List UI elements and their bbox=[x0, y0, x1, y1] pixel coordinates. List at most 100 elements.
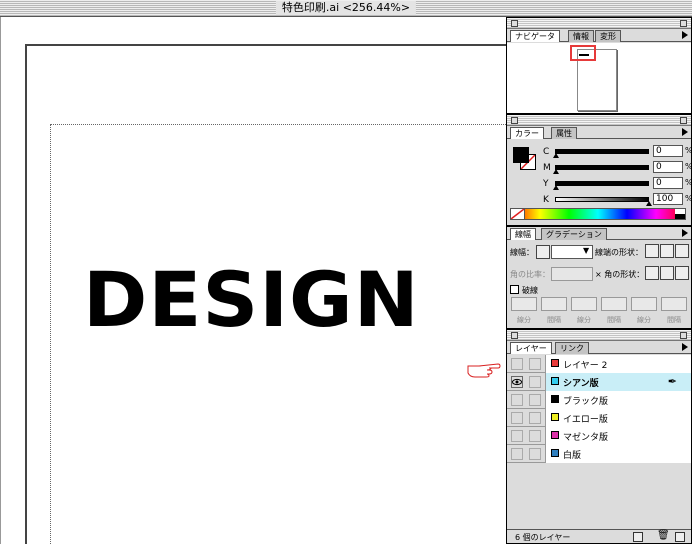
layer-row[interactable]: イエロー版 bbox=[507, 409, 691, 427]
tab-gradient[interactable]: グラデーション bbox=[541, 228, 607, 240]
yellow-value-input[interactable]: 0 bbox=[653, 177, 683, 189]
gap-cell-label: 間隔 bbox=[547, 316, 561, 324]
layer-row[interactable]: マゼンタ版 bbox=[507, 427, 691, 445]
dash-field[interactable] bbox=[571, 297, 597, 311]
layers-palette: レイヤー リンク レイヤー 2 シアン版 ✒ ブラック版 イエロー版 マゼンタ版… bbox=[506, 329, 692, 544]
visibility-toggle[interactable] bbox=[511, 430, 523, 442]
palette-titlebar[interactable] bbox=[507, 115, 691, 126]
gap-field[interactable] bbox=[541, 297, 567, 311]
visibility-toggle[interactable] bbox=[511, 394, 523, 406]
eye-icon[interactable] bbox=[511, 376, 523, 388]
tab-color[interactable]: カラー bbox=[510, 127, 544, 139]
cyan-value-input[interactable]: 0 bbox=[653, 145, 683, 157]
dropdown-arrow-icon[interactable]: ▼ bbox=[583, 246, 589, 255]
cyan-slider[interactable]: C 0 % bbox=[543, 145, 691, 159]
gap-cell-label: 間隔 bbox=[667, 316, 681, 324]
lock-toggle[interactable] bbox=[529, 412, 541, 424]
layer-row-selected[interactable]: シアン版 ✒ bbox=[507, 373, 691, 391]
slider-thumb-icon[interactable] bbox=[553, 169, 559, 174]
bevel-join-button[interactable] bbox=[675, 266, 689, 280]
join-label: × 角の形状： bbox=[595, 270, 645, 279]
black-slider[interactable]: K 100 % bbox=[543, 193, 691, 207]
navigator-palette: ナビゲータ 情報 変形 bbox=[506, 17, 692, 114]
zoom-box-icon[interactable] bbox=[680, 117, 687, 124]
slider-thumb-icon[interactable] bbox=[553, 185, 559, 190]
yellow-slider[interactable]: Y 0 % bbox=[543, 177, 691, 191]
dashed-line-checkbox[interactable] bbox=[510, 285, 519, 294]
round-cap-button[interactable] bbox=[660, 244, 674, 258]
dash-cell-label: 線分 bbox=[577, 316, 591, 324]
butt-cap-button[interactable] bbox=[645, 244, 659, 258]
close-box-icon[interactable] bbox=[511, 20, 518, 27]
palette-titlebar[interactable] bbox=[507, 330, 691, 341]
layer-row[interactable]: ブラック版 bbox=[507, 391, 691, 409]
none-swatch[interactable] bbox=[510, 208, 525, 220]
lock-toggle[interactable] bbox=[529, 448, 541, 460]
window-titlebar[interactable]: 特色印刷.ai <256.44%> bbox=[0, 0, 692, 17]
tab-links[interactable]: リンク bbox=[555, 342, 589, 354]
close-box-icon[interactable] bbox=[511, 332, 518, 339]
close-box-icon[interactable] bbox=[511, 117, 518, 124]
lock-toggle[interactable] bbox=[529, 358, 541, 370]
visibility-toggle[interactable] bbox=[511, 358, 523, 370]
visibility-toggle[interactable] bbox=[511, 448, 523, 460]
new-sublayer-icon[interactable] bbox=[633, 532, 643, 542]
cap-label: 線端の形状： bbox=[595, 248, 643, 257]
stroke-weight-label: 線幅： bbox=[510, 248, 534, 257]
window-title: 特色印刷.ai <256.44%> bbox=[275, 1, 417, 15]
palette-menu-arrow-icon[interactable] bbox=[682, 31, 688, 39]
lock-toggle[interactable] bbox=[529, 430, 541, 442]
black-white-swatch[interactable] bbox=[675, 209, 685, 219]
slider-thumb-icon[interactable] bbox=[646, 201, 652, 206]
zoom-box-icon[interactable] bbox=[680, 332, 687, 339]
magenta-value-input[interactable]: 0 bbox=[653, 161, 683, 173]
lock-toggle[interactable] bbox=[529, 394, 541, 406]
new-layer-icon[interactable] bbox=[675, 532, 685, 542]
tab-layers[interactable]: レイヤー bbox=[510, 342, 552, 354]
layer-row[interactable]: レイヤー 2 bbox=[507, 355, 691, 373]
dash-field[interactable] bbox=[631, 297, 657, 311]
square-cap-button[interactable] bbox=[675, 244, 689, 258]
dash-cell-label: 線分 bbox=[637, 316, 651, 324]
round-join-button[interactable] bbox=[660, 266, 674, 280]
lock-toggle[interactable] bbox=[529, 376, 541, 388]
tab-transform[interactable]: 変形 bbox=[595, 30, 621, 42]
miter-ratio-input[interactable] bbox=[551, 267, 593, 281]
slider-thumb-icon[interactable] bbox=[553, 153, 559, 158]
layer-color-swatch bbox=[551, 359, 559, 367]
dash-field[interactable] bbox=[511, 297, 537, 311]
miter-ratio-label: 角の比率： bbox=[510, 270, 550, 279]
tab-navigator[interactable]: ナビゲータ bbox=[510, 30, 560, 42]
layers-footer: 6 個のレイヤー 🗑 bbox=[507, 529, 691, 543]
magenta-label: M bbox=[543, 163, 551, 173]
visibility-toggle[interactable] bbox=[511, 412, 523, 424]
tab-stroke[interactable]: 線幅 bbox=[510, 228, 536, 240]
palette-menu-arrow-icon[interactable] bbox=[682, 229, 688, 237]
zoom-box-icon[interactable] bbox=[680, 20, 687, 27]
gap-field[interactable] bbox=[661, 297, 687, 311]
layer-name: レイヤー 2 bbox=[563, 361, 608, 371]
layer-list: レイヤー 2 シアン版 ✒ ブラック版 イエロー版 マゼンタ版 白版 bbox=[507, 355, 691, 505]
fill-swatch[interactable] bbox=[513, 147, 529, 163]
document-canvas[interactable]: DESIGN bbox=[0, 17, 506, 544]
palette-menu-arrow-icon[interactable] bbox=[682, 343, 688, 351]
layer-color-swatch bbox=[551, 449, 559, 457]
trash-icon[interactable]: 🗑 bbox=[657, 531, 670, 542]
miter-join-button[interactable] bbox=[645, 266, 659, 280]
tab-attributes[interactable]: 属性 bbox=[551, 127, 577, 139]
navigator-view-box[interactable] bbox=[570, 45, 596, 61]
dashed-line-label: 破線 bbox=[522, 286, 538, 295]
gap-field[interactable] bbox=[601, 297, 627, 311]
tab-info[interactable]: 情報 bbox=[568, 30, 594, 42]
magenta-slider[interactable]: M 0 % bbox=[543, 161, 691, 175]
navigator-thumbnail-area[interactable] bbox=[507, 43, 691, 113]
layer-row[interactable]: 白版 bbox=[507, 445, 691, 463]
color-spectrum-bar[interactable] bbox=[510, 208, 686, 220]
black-value-input[interactable]: 100 bbox=[653, 193, 683, 205]
palette-menu-arrow-icon[interactable] bbox=[682, 128, 688, 136]
palette-titlebar[interactable] bbox=[507, 18, 691, 29]
design-text-object[interactable]: DESIGN bbox=[83, 255, 420, 345]
weight-stepper[interactable] bbox=[536, 245, 550, 259]
layer-name: 白版 bbox=[563, 451, 582, 461]
layer-name: シアン版 bbox=[563, 379, 599, 389]
